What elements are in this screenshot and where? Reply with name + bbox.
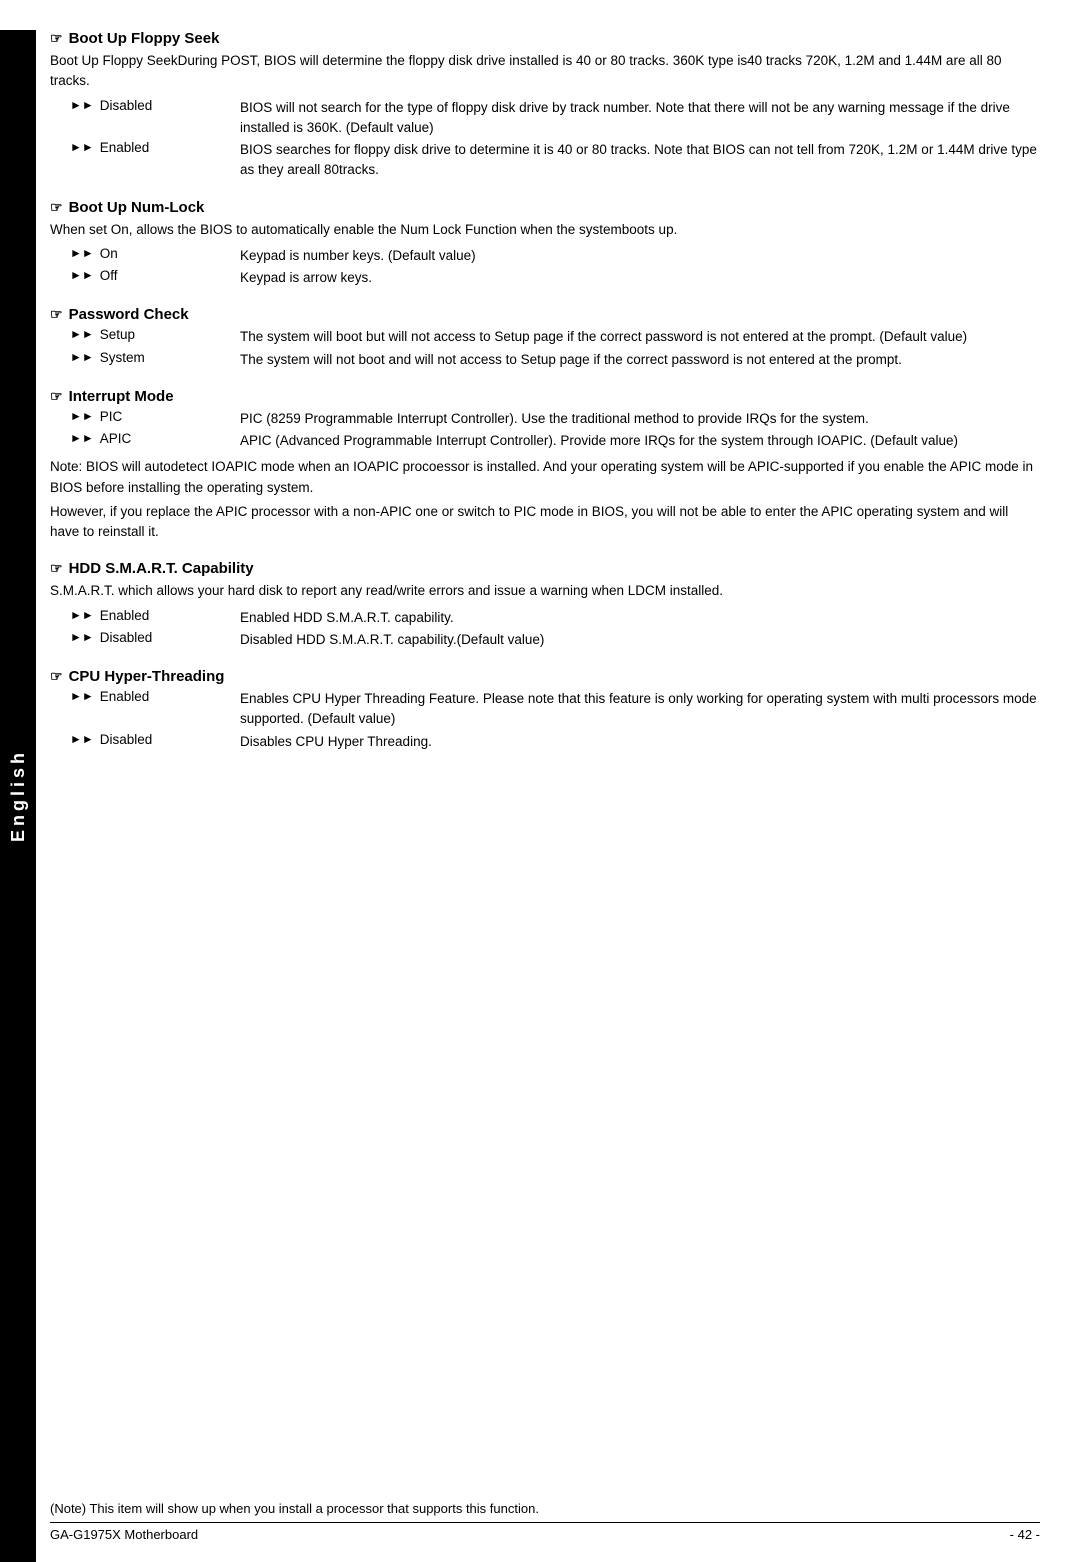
footer-bottom: GA-G1975X Motherboard - 42 - bbox=[50, 1527, 1040, 1542]
item-key-disabled-cpu: ►► Disabled bbox=[70, 732, 240, 752]
item-value-system: The system will not boot and will not ac… bbox=[240, 350, 1040, 370]
footer: (Note) This item will show up when you i… bbox=[50, 1501, 1040, 1542]
arrow-icon: ►► bbox=[70, 327, 94, 341]
section-title-boot-up-num-lock: ☞ Boot Up Num-Lock bbox=[50, 199, 1040, 216]
arrow-icon: ►► bbox=[70, 98, 94, 112]
arrow-icon: ►► bbox=[70, 409, 94, 423]
item-row-pic: ►► PIC PIC (8259 Programmable Interrupt … bbox=[70, 409, 1040, 429]
item-key-on: ►► On bbox=[70, 246, 240, 266]
section-icon-5: ☞ bbox=[50, 560, 63, 577]
section-interrupt-mode: ☞ Interrupt Mode ►► PIC PIC (8259 Progra… bbox=[50, 388, 1040, 543]
item-key-enabled-floppy: ►► Enabled bbox=[70, 140, 240, 181]
item-key-disabled-smart: ►► Disabled bbox=[70, 630, 240, 650]
section-title-cpu-hyper-threading: ☞ CPU Hyper-Threading bbox=[50, 668, 1040, 685]
item-key-pic: ►► PIC bbox=[70, 409, 240, 429]
item-value-apic: APIC (Advanced Programmable Interrupt Co… bbox=[240, 431, 1040, 451]
item-row-setup: ►► Setup The system will boot but will n… bbox=[70, 327, 1040, 347]
arrow-icon: ►► bbox=[70, 350, 94, 364]
item-key-disabled-floppy: ►► Disabled bbox=[70, 98, 240, 139]
arrow-icon: ►► bbox=[70, 732, 94, 746]
main-content: ☞ Boot Up Floppy Seek Boot Up Floppy See… bbox=[50, 30, 1040, 830]
item-value-disabled-floppy: BIOS will not search for the type of flo… bbox=[240, 98, 1040, 139]
item-value-enabled-floppy: BIOS searches for floppy disk drive to d… bbox=[240, 140, 1040, 181]
item-key-enabled-smart: ►► Enabled bbox=[70, 608, 240, 628]
footer-line bbox=[50, 1522, 1040, 1523]
section-title-hdd-smart: ☞ HDD S.M.A.R.T. Capability bbox=[50, 560, 1040, 577]
section-icon-6: ☞ bbox=[50, 668, 63, 685]
item-row-on: ►► On Keypad is number keys. (Default va… bbox=[70, 246, 1040, 266]
item-key-apic: ►► APIC bbox=[70, 431, 240, 451]
arrow-icon: ►► bbox=[70, 268, 94, 282]
section-title-password-check: ☞ Password Check bbox=[50, 306, 1040, 323]
item-value-off: Keypad is arrow keys. bbox=[240, 268, 1040, 288]
section-icon-2: ☞ bbox=[50, 199, 63, 216]
arrow-icon: ►► bbox=[70, 431, 94, 445]
footer-left: GA-G1975X Motherboard bbox=[50, 1527, 198, 1542]
item-row-enabled-smart: ►► Enabled Enabled HDD S.M.A.R.T. capabi… bbox=[70, 608, 1040, 628]
section-hdd-smart: ☞ HDD S.M.A.R.T. Capability S.M.A.R.T. w… bbox=[50, 560, 1040, 650]
item-row-disabled-cpu: ►► Disabled Disables CPU Hyper Threading… bbox=[70, 732, 1040, 752]
arrow-icon: ►► bbox=[70, 608, 94, 622]
side-tab-label: English bbox=[8, 749, 29, 842]
section-desc-num-lock: When set On, allows the BIOS to automati… bbox=[50, 220, 1040, 240]
section-icon-1: ☞ bbox=[50, 30, 63, 47]
item-key-enabled-cpu: ►► Enabled bbox=[70, 689, 240, 730]
arrow-icon: ►► bbox=[70, 246, 94, 260]
item-value-setup: The system will boot but will not access… bbox=[240, 327, 1040, 347]
item-row-disabled-smart: ►► Disabled Disabled HDD S.M.A.R.T. capa… bbox=[70, 630, 1040, 650]
section-cpu-hyper-threading: ☞ CPU Hyper-Threading ►► Enabled Enables… bbox=[50, 668, 1040, 752]
item-value-disabled-smart: Disabled HDD S.M.A.R.T. capability.(Defa… bbox=[240, 630, 1040, 650]
item-row-disabled-floppy: ►► Disabled BIOS will not search for the… bbox=[70, 98, 1040, 139]
item-key-off: ►► Off bbox=[70, 268, 240, 288]
interrupt-note-2: However, if you replace the APIC process… bbox=[50, 502, 1040, 543]
item-value-enabled-cpu: Enables CPU Hyper Threading Feature. Ple… bbox=[240, 689, 1040, 730]
section-password-check: ☞ Password Check ►► Setup The system wil… bbox=[50, 306, 1040, 370]
item-value-on: Keypad is number keys. (Default value) bbox=[240, 246, 1040, 266]
arrow-icon: ►► bbox=[70, 140, 94, 154]
section-desc-hdd-smart: S.M.A.R.T. which allows your hard disk t… bbox=[50, 581, 1040, 601]
section-icon-3: ☞ bbox=[50, 306, 63, 323]
item-key-system: ►► System bbox=[70, 350, 240, 370]
side-tab: English bbox=[0, 30, 36, 1562]
item-key-setup: ►► Setup bbox=[70, 327, 240, 347]
section-boot-up-floppy-seek: ☞ Boot Up Floppy Seek Boot Up Floppy See… bbox=[50, 30, 1040, 181]
item-value-enabled-smart: Enabled HDD S.M.A.R.T. capability. bbox=[240, 608, 1040, 628]
section-desc-boot-up-floppy-seek: Boot Up Floppy SeekDuring POST, BIOS wil… bbox=[50, 51, 1040, 92]
section-title-boot-up-floppy-seek: ☞ Boot Up Floppy Seek bbox=[50, 30, 1040, 47]
item-row-enabled-floppy: ►► Enabled BIOS searches for floppy disk… bbox=[70, 140, 1040, 181]
arrow-icon: ►► bbox=[70, 689, 94, 703]
item-row-apic: ►► APIC APIC (Advanced Programmable Inte… bbox=[70, 431, 1040, 451]
item-row-enabled-cpu: ►► Enabled Enables CPU Hyper Threading F… bbox=[70, 689, 1040, 730]
item-row-off: ►► Off Keypad is arrow keys. bbox=[70, 268, 1040, 288]
footer-right: - 42 - bbox=[1010, 1527, 1040, 1542]
section-title-interrupt-mode: ☞ Interrupt Mode bbox=[50, 388, 1040, 405]
item-row-system: ►► System The system will not boot and w… bbox=[70, 350, 1040, 370]
footer-note: (Note) This item will show up when you i… bbox=[50, 1501, 1040, 1516]
arrow-icon: ►► bbox=[70, 630, 94, 644]
item-value-disabled-cpu: Disables CPU Hyper Threading. bbox=[240, 732, 1040, 752]
item-value-pic: PIC (8259 Programmable Interrupt Control… bbox=[240, 409, 1040, 429]
section-icon-4: ☞ bbox=[50, 388, 63, 405]
interrupt-note-1: Note: BIOS will autodetect IOAPIC mode w… bbox=[50, 457, 1040, 498]
section-boot-up-num-lock: ☞ Boot Up Num-Lock When set On, allows t… bbox=[50, 199, 1040, 289]
